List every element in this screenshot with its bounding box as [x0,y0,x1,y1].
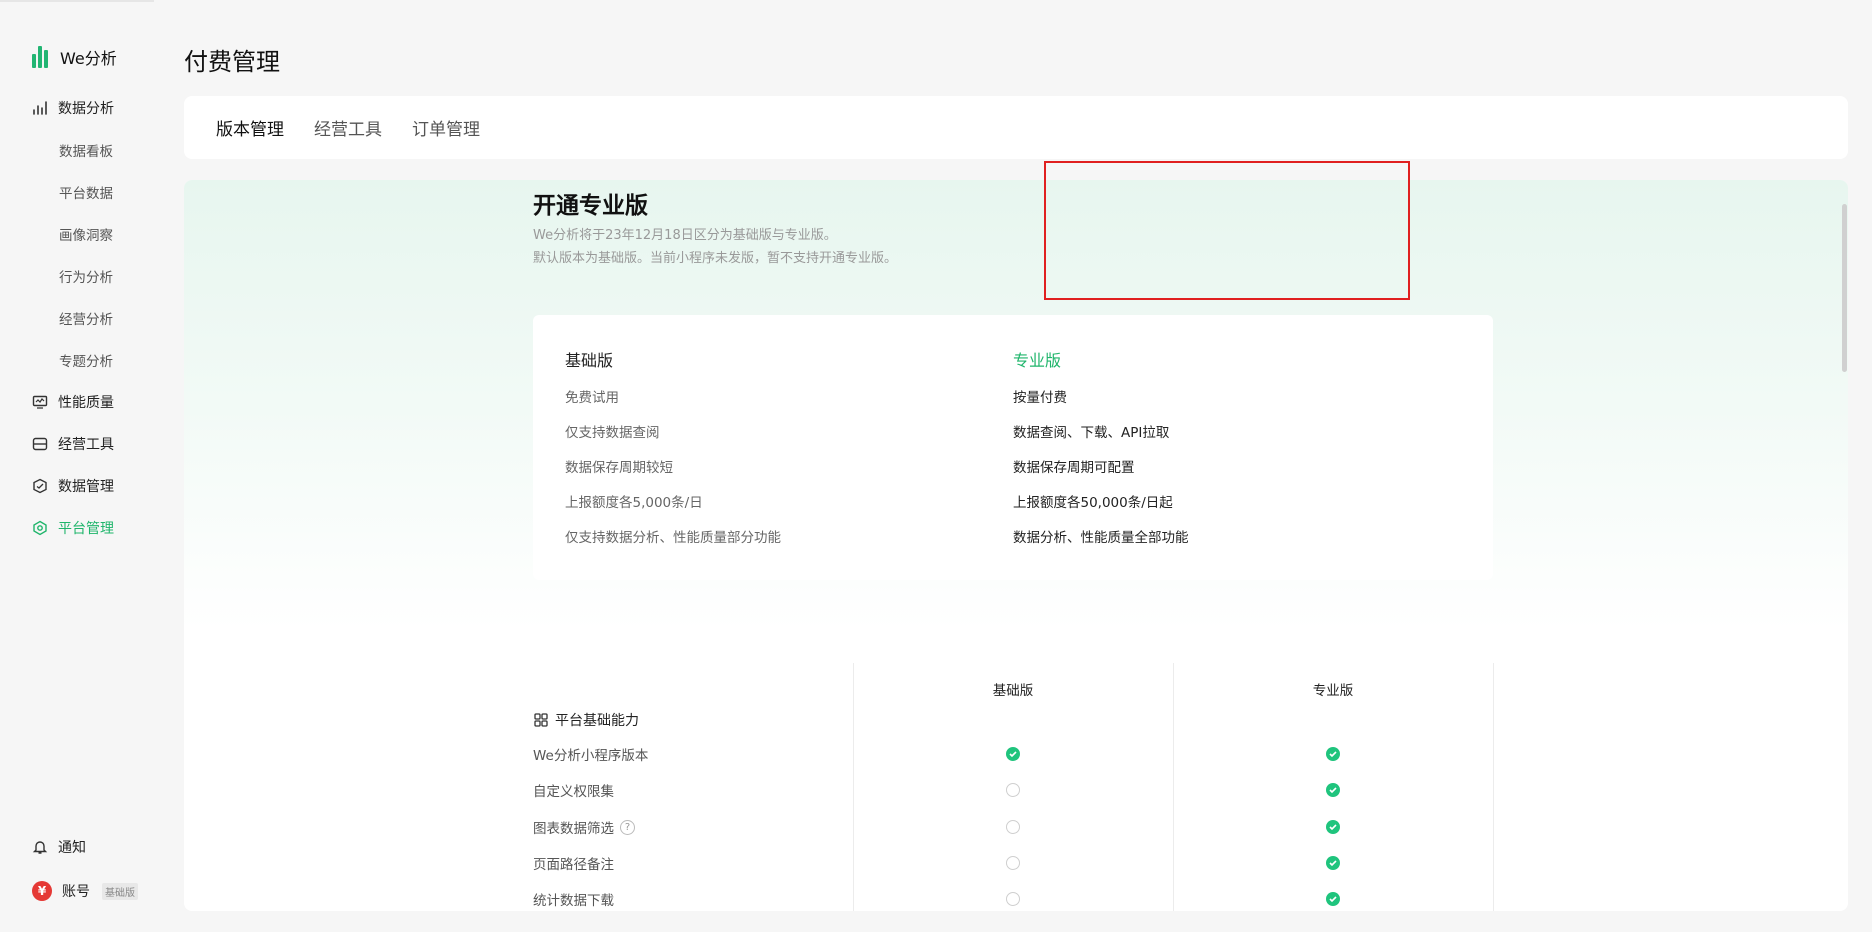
feature-row-label: We分析小程序版本 [533,748,649,764]
account-plan-badge: 基础版 [102,882,138,900]
notify-label: 通知 [58,840,86,856]
pro-plan-line: 上报额度各50,000条/日起 [1013,495,1173,511]
feature-row-label: 图表数据筛选 [533,821,614,837]
sidebar-item-data-management[interactable]: 数据管理 [32,474,114,498]
sidebar-item-label: 经营工具 [58,437,114,453]
sidebar-item-label: 专题分析 [59,354,113,370]
basic-plan-line: 免费试用 [565,390,619,406]
hero-title: 开通专业版 [533,193,648,219]
check-icon [1326,783,1340,797]
sidebar-item-portrait-insight[interactable]: 画像洞察 [59,222,113,246]
feature-row-label-with-help: 图表数据筛选 ? [533,817,635,837]
top-strip [0,0,154,2]
check-icon [1326,892,1340,906]
brand[interactable]: We分析 [32,45,117,69]
help-icon[interactable]: ? [620,819,635,835]
pro-plan-line: 数据查阅、下载、API拉取 [1013,425,1170,441]
feature-group: 平台基础能力 [533,710,639,730]
bell-icon [32,839,48,855]
sidebar-item-label: 画像洞察 [59,228,113,244]
brand-name: We分析 [60,49,117,68]
column-divider [853,663,854,911]
column-divider [1493,663,1494,911]
empty-circle-icon [1006,783,1020,797]
monitor-icon [32,394,48,410]
basic-plan-title: 基础版 [565,351,614,370]
feature-group-label: 平台基础能力 [555,713,639,729]
account-label: 账号 [62,884,90,900]
settings-hex-icon [32,520,48,536]
sidebar-item-dashboard[interactable]: 数据看板 [59,138,113,162]
sidebar-item-platform-management[interactable]: 平台管理 [32,516,114,540]
grid-icon [533,712,549,728]
page-title: 付费管理 [184,48,280,76]
tab-order-management[interactable]: 订单管理 [412,115,480,140]
brand-logo-icon [32,46,52,68]
feature-table: 基础版 专业版 平台基础能力 We分析小程序版本 自定义权限集 图表数据筛选 ?… [533,663,1494,911]
empty-circle-icon [1006,892,1020,906]
pro-plan-line: 数据保存周期可配置 [1013,460,1135,476]
hero-desc-line1: We分析将于23年12月18日区分为基础版与专业版。 [533,228,837,243]
sidebar-item-label: 平台管理 [58,521,114,537]
column-divider [1173,663,1174,911]
feature-head-pro: 专业版 [1312,683,1354,699]
avatar: ¥ [32,881,52,901]
scrollbar[interactable] [1842,204,1847,372]
sidebar: We分析 数据分析 数据看板 平台数据 画像洞察 行为分析 经营分析 专题分析 … [0,0,154,932]
sidebar-item-label: 数据分析 [58,101,114,117]
sidebar-item-label: 数据管理 [58,479,114,495]
pro-plan-title: 专业版 [1013,351,1062,370]
sidebar-item-platform-data[interactable]: 平台数据 [59,180,113,204]
tab-business-tools[interactable]: 经营工具 [314,115,382,140]
shield-icon [32,478,48,494]
feature-row-label: 页面路径备注 [533,857,614,873]
basic-plan-line: 仅支持数据查阅 [565,425,660,441]
check-icon [1326,856,1340,870]
hero-desc-line2: 默认版本为基础版。当前小程序未发版，暂不支持开通专业版。 [533,251,898,266]
check-icon [1326,820,1340,834]
tab-bar: 版本管理 经营工具 订单管理 [184,96,1848,159]
sidebar-item-data-analysis[interactable]: 数据分析 [32,96,114,120]
notify-button[interactable]: 通知 [32,835,86,859]
empty-circle-icon [1006,856,1020,870]
tab-version-management[interactable]: 版本管理 [216,115,284,140]
plan-compare-card: 基础版 免费试用 仅支持数据查阅 数据保存周期较短 上报额度各5,000条/日 … [533,315,1493,580]
sidebar-item-behavior-analysis[interactable]: 行为分析 [59,264,113,288]
feature-row-label: 自定义权限集 [533,784,614,800]
empty-circle-icon [1006,820,1020,834]
sidebar-item-label: 经营分析 [59,312,113,328]
basic-plan-line: 数据保存周期较短 [565,460,673,476]
sidebar-item-label: 性能质量 [58,395,114,411]
sidebar-item-label: 行为分析 [59,270,113,286]
content-panel: 开通专业版 We分析将于23年12月18日区分为基础版与专业版。 默认版本为基础… [184,180,1848,911]
feature-row-label: 统计数据下载 [533,893,614,909]
highlight-box [1044,161,1410,300]
basic-plan-line: 上报额度各5,000条/日 [565,495,703,511]
sidebar-item-label: 数据看板 [59,144,113,160]
pro-plan-line: 数据分析、性能质量全部功能 [1013,530,1189,546]
pro-plan-line: 按量付费 [1013,390,1067,406]
sidebar-item-label: 平台数据 [59,186,113,202]
sidebar-item-topic-analysis[interactable]: 专题分析 [59,348,113,372]
tool-icon [32,436,48,452]
bar-chart-icon [32,100,48,116]
check-icon [1006,747,1020,761]
sidebar-item-business-tools[interactable]: 经营工具 [32,432,114,456]
account-button[interactable]: ¥ 账号 基础版 [32,879,138,903]
sidebar-item-business-analysis[interactable]: 经营分析 [59,306,113,330]
feature-head-basic: 基础版 [992,683,1034,699]
check-icon [1326,747,1340,761]
sidebar-item-performance[interactable]: 性能质量 [32,390,114,414]
basic-plan-line: 仅支持数据分析、性能质量部分功能 [565,530,781,546]
